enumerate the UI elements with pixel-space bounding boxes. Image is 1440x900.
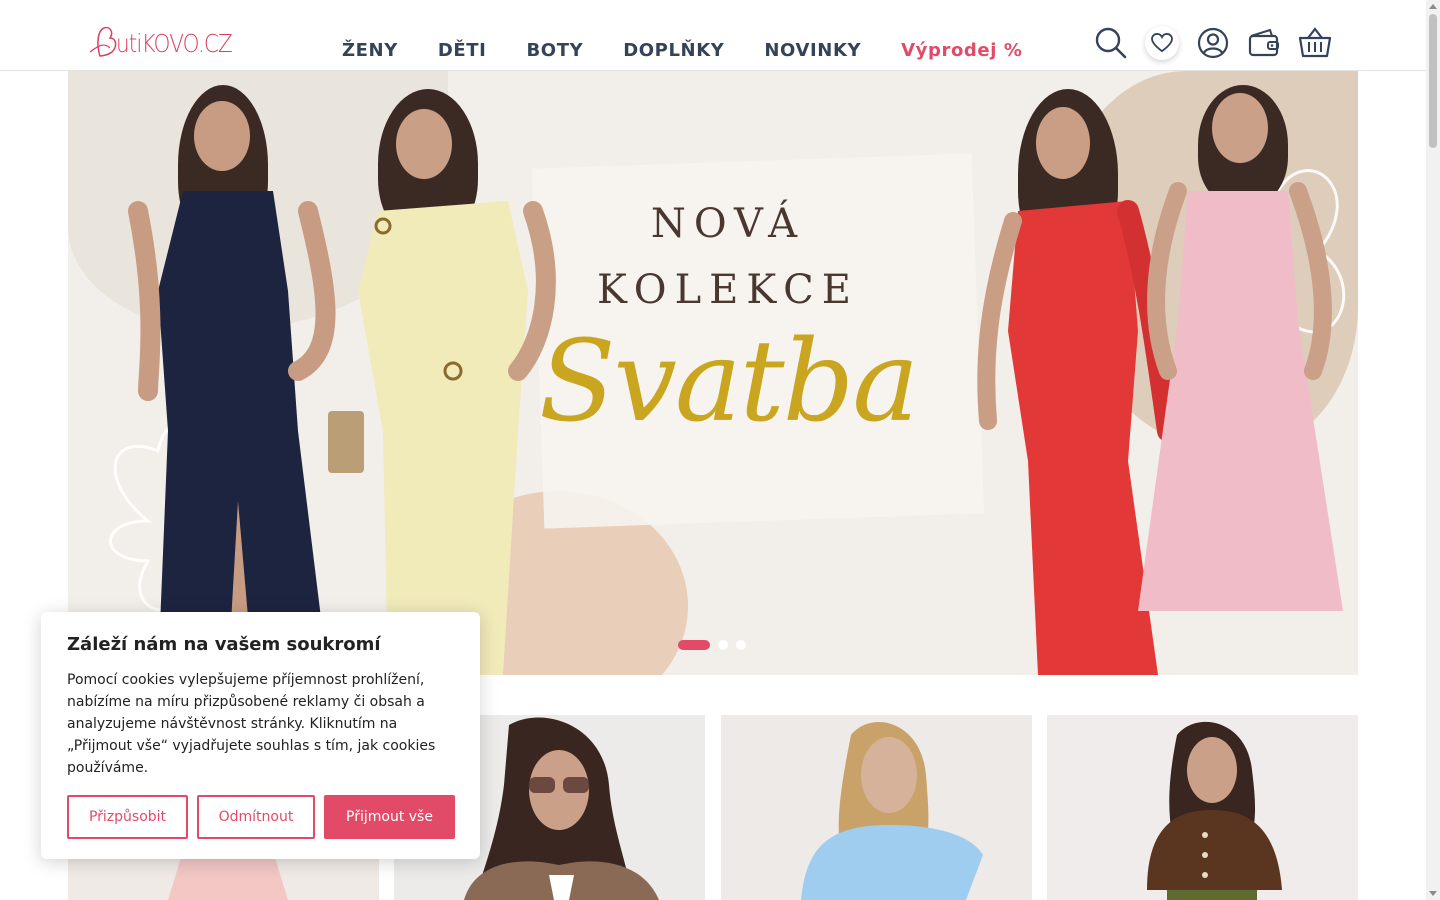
nav-item-boty[interactable]: BOTY bbox=[526, 40, 583, 61]
nav-item-novinky[interactable]: NOVINKY bbox=[764, 40, 861, 61]
cookie-buttons: Přizpůsobit Odmítnout Přijmout vše bbox=[67, 795, 455, 839]
nav-item-doplnky[interactable]: DOPLŇKY bbox=[623, 40, 724, 61]
site-logo[interactable]: utiKOVO.CZ bbox=[88, 22, 251, 58]
hero-line-2: KOLEKCE bbox=[597, 267, 859, 313]
scrollbar-thumb[interactable] bbox=[1429, 14, 1437, 148]
heart-icon[interactable] bbox=[1145, 26, 1179, 60]
cookie-text: Pomocí cookies vylepšujeme příjemnost pr… bbox=[67, 672, 436, 776]
hero-banner[interactable]: NOVÁ KOLEKCE Svatba bbox=[68, 71, 1358, 675]
reject-button[interactable]: Odmítnout bbox=[197, 795, 315, 839]
scroll-down-icon[interactable] bbox=[1429, 891, 1437, 896]
hero-text: NOVÁ KOLEKCE Svatba bbox=[508, 201, 948, 447]
hero-line-1: NOVÁ bbox=[650, 201, 806, 247]
product-card[interactable] bbox=[1047, 715, 1358, 900]
cookie-consent-dialog: Záleží nám na vašem soukromí Pomocí cook… bbox=[41, 612, 480, 859]
basket-icon[interactable] bbox=[1298, 26, 1332, 60]
nav-item-zeny[interactable]: ŽENY bbox=[342, 40, 398, 61]
cookie-title: Záleží nám na vašem soukromí bbox=[67, 634, 381, 655]
site-header: utiKOVO.CZ ŽENY DĚTI BOTY DOPLŇKY NOVINK… bbox=[0, 0, 1426, 71]
nav-item-vyprodej[interactable]: Výprodej % bbox=[901, 40, 1022, 61]
wallet-icon[interactable] bbox=[1247, 26, 1281, 60]
slider-dot-2[interactable] bbox=[718, 640, 728, 650]
slider-dot-1[interactable] bbox=[678, 640, 710, 650]
accept-all-button[interactable]: Přijmout vše bbox=[324, 795, 455, 839]
product-card[interactable] bbox=[721, 715, 1032, 900]
customize-button[interactable]: Přizpůsobit bbox=[67, 795, 188, 839]
slider-dots bbox=[678, 640, 746, 650]
search-icon[interactable] bbox=[1094, 26, 1128, 60]
main-nav: ŽENY DĚTI BOTY DOPLŇKY NOVINKY Výprodej … bbox=[342, 40, 1023, 61]
hero-script-title: Svatba bbox=[538, 317, 919, 447]
header-icons bbox=[1094, 26, 1349, 60]
user-icon[interactable] bbox=[1196, 26, 1230, 60]
scroll-up-icon[interactable] bbox=[1429, 4, 1437, 9]
page-scrollbar[interactable] bbox=[1426, 0, 1440, 900]
slider-dot-3[interactable] bbox=[736, 640, 746, 650]
logo-text: utiKOVO.CZ bbox=[116, 29, 233, 58]
logo-heart-icon bbox=[89, 26, 117, 57]
nav-item-deti[interactable]: DĚTI bbox=[438, 40, 487, 61]
